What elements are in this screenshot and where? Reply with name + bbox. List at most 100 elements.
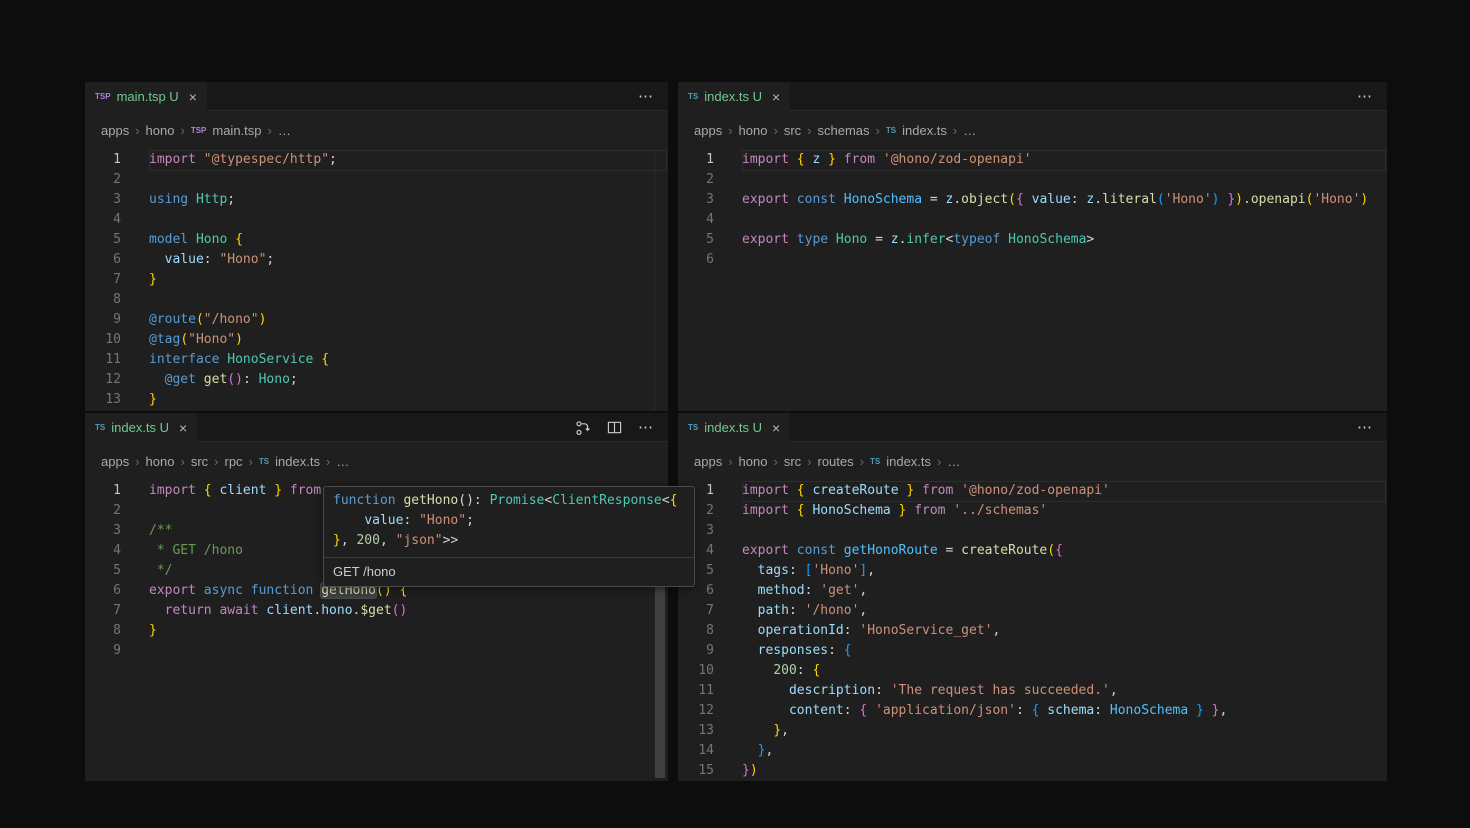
scrollbar-thumb[interactable]: [655, 585, 665, 778]
open-changes-icon[interactable]: [575, 420, 591, 436]
breadcrumb-item[interactable]: …: [963, 123, 976, 138]
code-line: 9: [85, 641, 668, 661]
line-number: 4: [85, 210, 121, 230]
code-line: 6 method: 'get',: [678, 581, 1387, 601]
line-number: 2: [678, 170, 714, 190]
line-number: 5: [678, 230, 714, 250]
line-number: 5: [85, 561, 121, 581]
close-icon[interactable]: ×: [772, 421, 780, 435]
breadcrumb-item[interactable]: schemas: [818, 123, 870, 138]
code-line: }, 200, "json">>: [333, 531, 685, 551]
breadcrumb-item[interactable]: index.ts: [902, 123, 947, 138]
close-icon[interactable]: ×: [772, 90, 780, 104]
tab-main-tsp[interactable]: TSP main.tsp U ×: [85, 82, 207, 111]
breadcrumb-item[interactable]: rpc: [225, 454, 243, 469]
code-lines: 1import { createRoute } from '@hono/zod-…: [678, 481, 1387, 781]
line-number: 1: [85, 150, 121, 170]
line-number: 5: [85, 230, 121, 250]
line-number: 12: [678, 701, 714, 721]
code-line: 10@tag("Hono"): [85, 330, 668, 350]
code-editor[interactable]: 1import { z } from '@hono/zod-openapi'23…: [678, 150, 1387, 411]
breadcrumb-separator-icon: ›: [937, 454, 941, 469]
line-number: 4: [85, 541, 121, 561]
more-actions-icon[interactable]: ⋯: [1357, 89, 1373, 104]
breadcrumb-item[interactable]: index.ts: [886, 454, 931, 469]
breadcrumb-item[interactable]: main.tsp: [212, 123, 261, 138]
breadcrumb-item[interactable]: src: [784, 454, 801, 469]
breadcrumb-item[interactable]: …: [947, 454, 960, 469]
line-number: 9: [85, 310, 121, 330]
code-editor[interactable]: 1import { createRoute } from '@hono/zod-…: [678, 481, 1387, 781]
breadcrumb-item[interactable]: apps: [101, 454, 129, 469]
breadcrumb-separator-icon: ›: [135, 123, 139, 138]
code-line: 11 description: 'The request has succeed…: [678, 681, 1387, 701]
code-line: 13 },: [678, 721, 1387, 741]
line-number: 3: [678, 190, 714, 210]
code-line: 7 path: '/hono',: [678, 601, 1387, 621]
tooltip-doc: GET /hono: [324, 557, 694, 586]
line-number: 7: [85, 270, 121, 290]
tab-index-ts-rpc[interactable]: TS index.ts U ×: [85, 413, 197, 442]
breadcrumb-item[interactable]: …: [336, 454, 349, 469]
line-number: 8: [678, 621, 714, 641]
breadcrumb-item[interactable]: hono: [739, 454, 768, 469]
editor-pane-rpc-index-ts: TS index.ts U × ⋯ apps›hono›src›: [85, 413, 668, 781]
more-actions-icon[interactable]: ⋯: [1357, 420, 1373, 435]
breadcrumb: apps›hono›src›routes›TSindex.ts›…: [678, 442, 1387, 481]
close-icon[interactable]: ×: [189, 90, 197, 104]
code-editor[interactable]: 1import "@typespec/http";23using Http;45…: [85, 150, 668, 411]
breadcrumb-item[interactable]: src: [191, 454, 208, 469]
tab-index-ts-schemas[interactable]: TS index.ts U ×: [678, 82, 790, 111]
code-line: 11interface HonoService {: [85, 350, 668, 370]
line-number: 10: [85, 330, 121, 350]
breadcrumb-item[interactable]: apps: [694, 454, 722, 469]
code-line: 13}: [85, 390, 668, 410]
code-line: 10 200: {: [678, 661, 1387, 681]
breadcrumb-item[interactable]: index.ts: [275, 454, 320, 469]
tab-bar: TS index.ts U × ⋯: [678, 82, 1387, 111]
breadcrumb-separator-icon: ›: [728, 454, 732, 469]
line-number: 6: [678, 250, 714, 270]
code-line: 8: [85, 290, 668, 310]
tooltip-signature: function getHono(): Promise<ClientRespon…: [324, 487, 694, 557]
breadcrumb-item[interactable]: …: [278, 123, 291, 138]
code-line: 1import { z } from '@hono/zod-openapi': [678, 150, 1387, 170]
breadcrumb-item[interactable]: routes: [818, 454, 854, 469]
code-line: function getHono(): Promise<ClientRespon…: [333, 491, 685, 511]
breadcrumb: apps›hono›src›schemas›TSindex.ts›…: [678, 111, 1387, 150]
breadcrumb-separator-icon: ›: [180, 454, 184, 469]
breadcrumb-item[interactable]: apps: [101, 123, 129, 138]
code-line: 4export const getHonoRoute = createRoute…: [678, 541, 1387, 561]
ts-file-icon: TS: [886, 127, 896, 135]
code-line: 14 },: [678, 741, 1387, 761]
code-line: 6 value: "Hono";: [85, 250, 668, 270]
editor-pane-routes-index-ts: TS index.ts U × ⋯ apps›hono›src›routes›T…: [678, 413, 1387, 781]
more-actions-icon[interactable]: ⋯: [638, 420, 654, 435]
code-line: 8}: [85, 621, 668, 641]
breadcrumb-item[interactable]: hono: [739, 123, 768, 138]
tab-label: index.ts U: [704, 89, 762, 104]
tsp-file-icon: TSP: [95, 93, 111, 101]
code-line: 15}): [678, 761, 1387, 781]
line-number: 3: [85, 190, 121, 210]
breadcrumb-item[interactable]: hono: [146, 123, 175, 138]
more-actions-icon[interactable]: ⋯: [638, 89, 654, 104]
code-line: 8 operationId: 'HonoService_get',: [678, 621, 1387, 641]
line-number: 2: [85, 170, 121, 190]
split-editor-icon[interactable]: [607, 420, 622, 435]
ts-file-icon: TS: [95, 424, 105, 432]
tab-bar: TS index.ts U × ⋯: [85, 413, 668, 442]
ts-file-icon: TS: [688, 424, 698, 432]
breadcrumb-item[interactable]: apps: [694, 123, 722, 138]
breadcrumb-item[interactable]: hono: [146, 454, 175, 469]
code-line: 5 tags: ['Hono'],: [678, 561, 1387, 581]
code-line: 12 @get get(): Hono;: [85, 370, 668, 390]
breadcrumb-separator-icon: ›: [249, 454, 253, 469]
editor-actions: ⋯: [638, 82, 668, 111]
line-number: 8: [85, 290, 121, 310]
tab-index-ts-routes[interactable]: TS index.ts U ×: [678, 413, 790, 442]
code-line: 3using Http;: [85, 190, 668, 210]
close-icon[interactable]: ×: [179, 421, 187, 435]
breadcrumb-item[interactable]: src: [784, 123, 801, 138]
ts-file-icon: TS: [688, 93, 698, 101]
